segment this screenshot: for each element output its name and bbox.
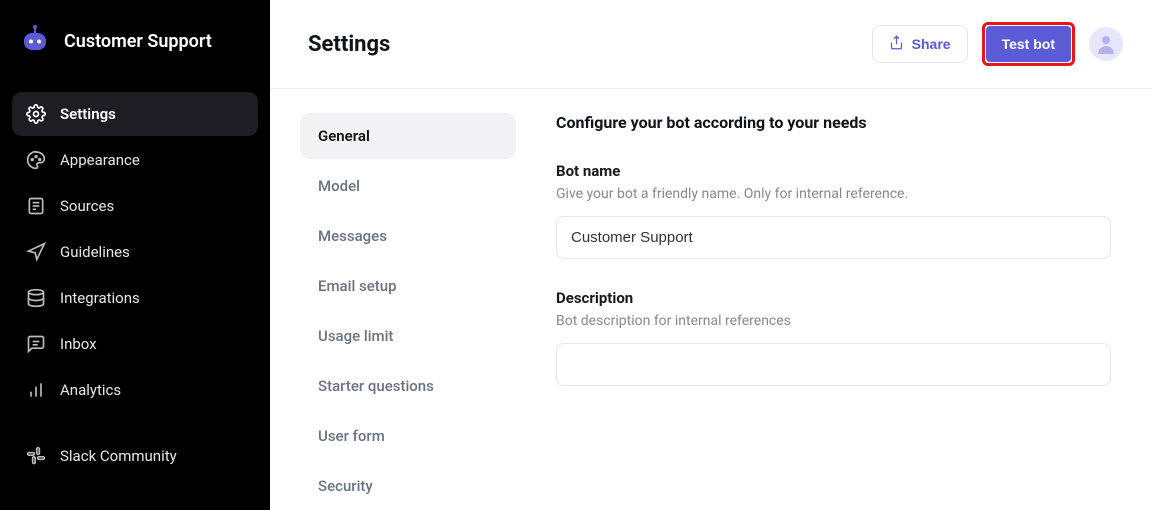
main: Settings Share Test bot General	[270, 0, 1153, 510]
sidebar-item-label: Inbox	[60, 335, 97, 353]
share-button[interactable]: Share	[872, 25, 968, 63]
subnav-item-model[interactable]: Model	[300, 163, 516, 209]
subnav-item-user-form[interactable]: User form	[300, 413, 516, 459]
sidebar-item-slack-community[interactable]: Slack Community	[12, 434, 258, 478]
description-input[interactable]	[556, 343, 1111, 386]
bot-logo-icon	[18, 22, 52, 60]
primary-nav: Settings Appearance Sources Guidelines	[0, 82, 270, 488]
sidebar-item-appearance[interactable]: Appearance	[12, 138, 258, 182]
navigation-icon	[26, 242, 46, 262]
content: General Model Messages Email setup Usage…	[270, 89, 1153, 510]
sidebar-item-label: Settings	[60, 105, 116, 123]
share-icon	[889, 35, 904, 53]
page-title: Settings	[308, 32, 390, 57]
brand-name: Customer Support	[64, 31, 212, 52]
sidebar: Customer Support Settings Appearance Sou…	[0, 0, 270, 510]
description-label: Description	[556, 289, 1111, 307]
subnav-item-general[interactable]: General	[300, 113, 516, 159]
topbar-actions: Share Test bot	[872, 22, 1123, 66]
sidebar-item-label: Slack Community	[60, 447, 177, 465]
nav-divider	[12, 414, 258, 432]
sidebar-item-label: Sources	[60, 197, 114, 215]
bot-name-label: Bot name	[556, 162, 1111, 180]
palette-icon	[26, 150, 46, 170]
gear-icon	[26, 104, 46, 124]
slack-icon	[26, 446, 46, 466]
database-icon	[26, 288, 46, 308]
chart-icon	[26, 380, 46, 400]
field-description: Description Bot description for internal…	[556, 289, 1111, 386]
form-area: Configure your bot according to your nee…	[556, 113, 1123, 510]
share-button-label: Share	[912, 36, 951, 52]
sidebar-item-analytics[interactable]: Analytics	[12, 368, 258, 412]
description-help: Bot description for internal references	[556, 313, 1111, 329]
subnav-item-starter-questions[interactable]: Starter questions	[300, 363, 516, 409]
subnav-item-usage-limit[interactable]: Usage limit	[300, 313, 516, 359]
sidebar-item-label: Integrations	[60, 289, 140, 307]
sidebar-item-label: Analytics	[60, 381, 121, 399]
bot-name-input[interactable]	[556, 216, 1111, 259]
sidebar-item-guidelines[interactable]: Guidelines	[12, 230, 258, 274]
sidebar-item-label: Guidelines	[60, 243, 130, 261]
subnav-item-messages[interactable]: Messages	[300, 213, 516, 259]
bot-name-help: Give your bot a friendly name. Only for …	[556, 186, 1111, 202]
subnav-item-security[interactable]: Security	[300, 463, 516, 509]
sidebar-item-integrations[interactable]: Integrations	[12, 276, 258, 320]
avatar[interactable]	[1089, 27, 1123, 61]
document-icon	[26, 196, 46, 216]
subnav-item-email-setup[interactable]: Email setup	[300, 263, 516, 309]
test-bot-button[interactable]: Test bot	[986, 26, 1071, 62]
user-icon	[1094, 32, 1118, 56]
sidebar-item-label: Appearance	[60, 151, 140, 169]
brand[interactable]: Customer Support	[0, 0, 270, 82]
test-bot-highlight: Test bot	[982, 22, 1075, 66]
settings-subnav: General Model Messages Email setup Usage…	[300, 113, 516, 510]
sidebar-item-inbox[interactable]: Inbox	[12, 322, 258, 366]
sidebar-item-settings[interactable]: Settings	[12, 92, 258, 136]
sidebar-item-sources[interactable]: Sources	[12, 184, 258, 228]
topbar: Settings Share Test bot	[270, 0, 1153, 89]
message-icon	[26, 334, 46, 354]
section-heading: Configure your bot according to your nee…	[556, 113, 1111, 132]
field-bot-name: Bot name Give your bot a friendly name. …	[556, 162, 1111, 259]
